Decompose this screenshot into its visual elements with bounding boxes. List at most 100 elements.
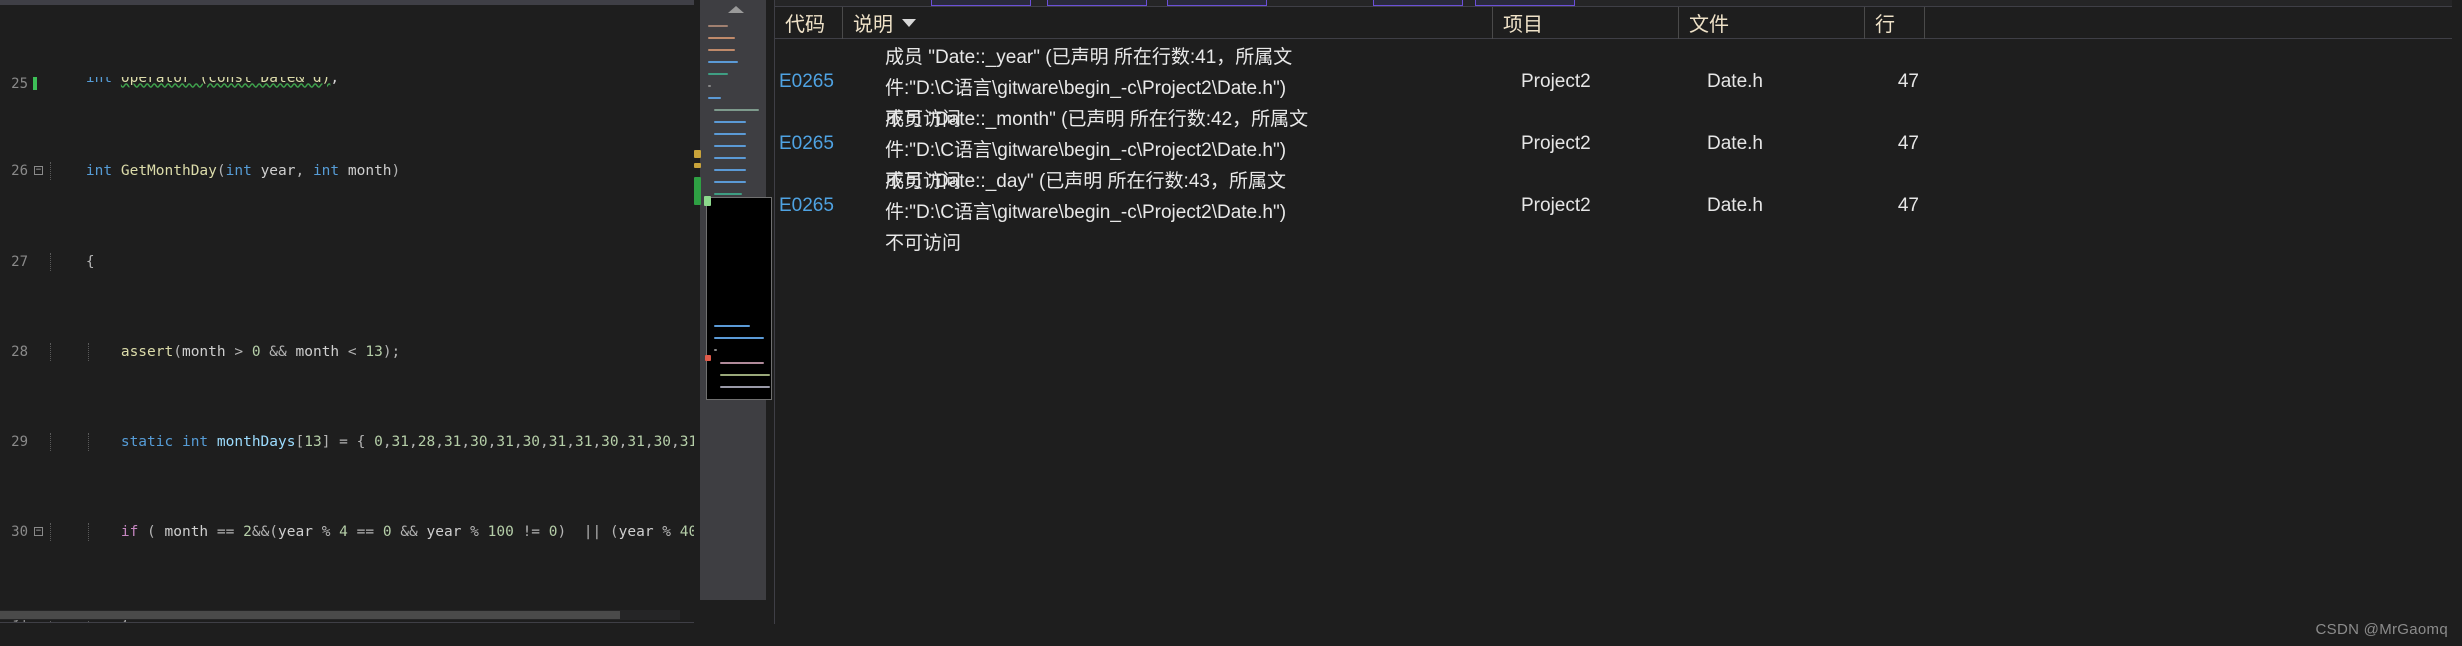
minimap-pane[interactable]: [694, 0, 774, 646]
code-line[interactable]: 26 − int GetMonthDay(int year, int month…: [0, 162, 694, 181]
toolbar-filter-chip[interactable]: [1047, 0, 1147, 6]
minimap-canvas[interactable]: [700, 0, 772, 600]
minimap-code-line: [714, 169, 746, 171]
minimap-code-line: [720, 362, 764, 364]
error-list-rows[interactable]: E0265 成员 "Date::_year" (已声明 所在行数:41，所属文 …: [775, 40, 2462, 646]
error-code[interactable]: E0265: [775, 102, 843, 157]
error-project: Project2: [1521, 71, 1591, 92]
fold-column[interactable]: −: [30, 162, 47, 180]
column-header-file[interactable]: 文件: [1679, 6, 1865, 39]
error-line-number: 47: [1897, 195, 1919, 216]
indent-guide: [50, 433, 51, 452]
column-header-description[interactable]: 说明: [843, 6, 1493, 39]
minimap-code-line: [714, 193, 742, 195]
minimap-code-line: [708, 37, 735, 39]
error-project: Project2: [1521, 195, 1591, 216]
minimap-code-line: [714, 145, 746, 147]
code-text: int operator (const Date& d);: [85, 77, 340, 86]
indent-guide: [50, 342, 51, 361]
row-spacer: [1925, 40, 2462, 43]
error-list-column-headers: 代码 说明 项目 文件 行: [775, 6, 2462, 39]
minimap-code-line: [714, 109, 759, 111]
minimap-code-line: [714, 157, 746, 159]
code-text: {: [51, 253, 95, 270]
indent-guide: [50, 523, 51, 542]
toolbar-filter-chip[interactable]: [1373, 0, 1463, 6]
minimap-change-marker-green: [694, 177, 701, 205]
code-line[interactable]: 28 assert(month > 0 && month < 13);: [0, 342, 694, 361]
minimap-change-marker-yellow: [694, 150, 701, 158]
table-row[interactable]: E0265 成员 "Date::_year" (已声明 所在行数:41，所属文 …: [775, 40, 2462, 130]
table-row[interactable]: E0265 成员 "Date::_month" (已声明 所在行数:42，所属文…: [775, 102, 2462, 192]
error-description: 成员 "Date::_day" (已声明 所在行数:43，所属文 件:"D:\C…: [843, 164, 1493, 259]
error-description-line: 成员 "Date::_month" (已声明 所在行数:42，所属文: [885, 109, 1309, 130]
editor-horizontal-scrollbar[interactable]: [0, 610, 680, 620]
column-header-code[interactable]: 代码: [775, 6, 843, 39]
indent-guide: [50, 162, 51, 181]
indent-guide: [88, 433, 89, 452]
minimap-code-line: [708, 85, 711, 87]
minimap-code-line: [714, 325, 750, 327]
minimap-viewport-indicator[interactable]: [706, 197, 772, 400]
minimap-code-line: [720, 386, 770, 388]
code-line[interactable]: 30 − if ( month == 2&&(year % 4 == 0 && …: [0, 523, 694, 542]
code-text: int GetMonthDay(int year, int month): [85, 163, 401, 180]
line-number: 26: [11, 163, 28, 180]
code-line[interactable]: 29 static int monthDays[13] = { 0,31,28,…: [0, 433, 694, 452]
minimap-code-line: [714, 133, 746, 135]
code-text-area[interactable]: 25 int operator (const Date& d); 26 − in…: [0, 5, 694, 632]
app-window: 25 int operator (const Date& d); 26 − in…: [0, 0, 2462, 646]
error-project: Project2: [1521, 133, 1591, 154]
error-description-line: 成员 "Date::_year" (已声明 所在行数:41，所属文: [885, 47, 1293, 68]
minimap-highlight-marker: [704, 196, 711, 206]
code-editor-pane[interactable]: 25 int operator (const Date& d); 26 − in…: [0, 0, 694, 646]
minimap-code-line: [708, 25, 728, 27]
triangle-up-icon[interactable]: [728, 6, 744, 13]
error-code[interactable]: E0265: [775, 164, 843, 219]
row-spacer: [1925, 164, 2462, 167]
error-code[interactable]: E0265: [775, 40, 843, 95]
minimap-change-marker-yellow: [694, 163, 701, 168]
fold-column[interactable]: −: [30, 523, 47, 541]
error-description-line: 件:"D:\C语言\gitware\begin_-c\Project2\Date…: [885, 78, 1287, 99]
row-spacer: [1925, 102, 2462, 105]
column-header-label: 项目: [1503, 14, 1543, 36]
table-row[interactable]: E0265 成员 "Date::_day" (已声明 所在行数:43，所属文 件…: [775, 164, 2462, 254]
error-list-pane[interactable]: 代码 说明 项目 文件 行 E0265 成员 "Date::_year" (已声…: [774, 0, 2462, 646]
column-header-label: 行: [1875, 14, 1895, 36]
minimap-code-line: [714, 337, 764, 339]
code-text: if ( month == 2&&(year % 4 == 0 && year …: [120, 524, 694, 541]
bottom-strip: [0, 624, 2462, 646]
code-line[interactable]: 27 {: [0, 252, 694, 271]
indent-guide: [88, 523, 89, 542]
column-header-spacer: [1925, 7, 2462, 39]
toolbar-filter-chip[interactable]: [931, 0, 1031, 6]
toolbar-filter-chip[interactable]: [1167, 0, 1267, 6]
column-header-label: 文件: [1689, 14, 1729, 36]
indent-guide: [88, 342, 89, 361]
chevron-down-icon[interactable]: [902, 18, 916, 27]
line-number: 27: [11, 253, 28, 270]
error-file: Date.h: [1707, 71, 1763, 92]
minimap-code-line: [708, 97, 721, 99]
watermark: CSDN @MrGaomq: [2315, 621, 2448, 638]
change-marker-green: [33, 77, 37, 91]
minimap-code-line: [708, 61, 738, 63]
line-number: 30: [11, 524, 28, 541]
error-description-line: 件:"D:\C语言\gitware\begin_-c\Project2\Date…: [885, 202, 1287, 223]
error-file: Date.h: [1707, 195, 1763, 216]
minimap-code-line: [708, 73, 728, 75]
column-header-project[interactable]: 项目: [1493, 6, 1679, 39]
error-file: Date.h: [1707, 133, 1763, 154]
fold-toggle-icon[interactable]: −: [34, 526, 43, 536]
toolbar-filter-chip[interactable]: [1475, 0, 1575, 6]
error-description-line: 成员 "Date::_day" (已声明 所在行数:43，所属文: [885, 171, 1286, 192]
error-description-line: 件:"D:\C语言\gitware\begin_-c\Project2\Date…: [885, 140, 1287, 161]
indent-guide: [50, 252, 51, 271]
scrollbar-thumb[interactable]: [0, 611, 620, 619]
code-line[interactable]: 25 int operator (const Date& d);: [0, 77, 694, 91]
column-header-label: 代码: [785, 14, 825, 36]
fold-toggle-icon[interactable]: −: [34, 165, 43, 175]
column-header-line[interactable]: 行: [1865, 6, 1925, 39]
error-list-vertical-scrollbar[interactable]: [2452, 0, 2462, 646]
